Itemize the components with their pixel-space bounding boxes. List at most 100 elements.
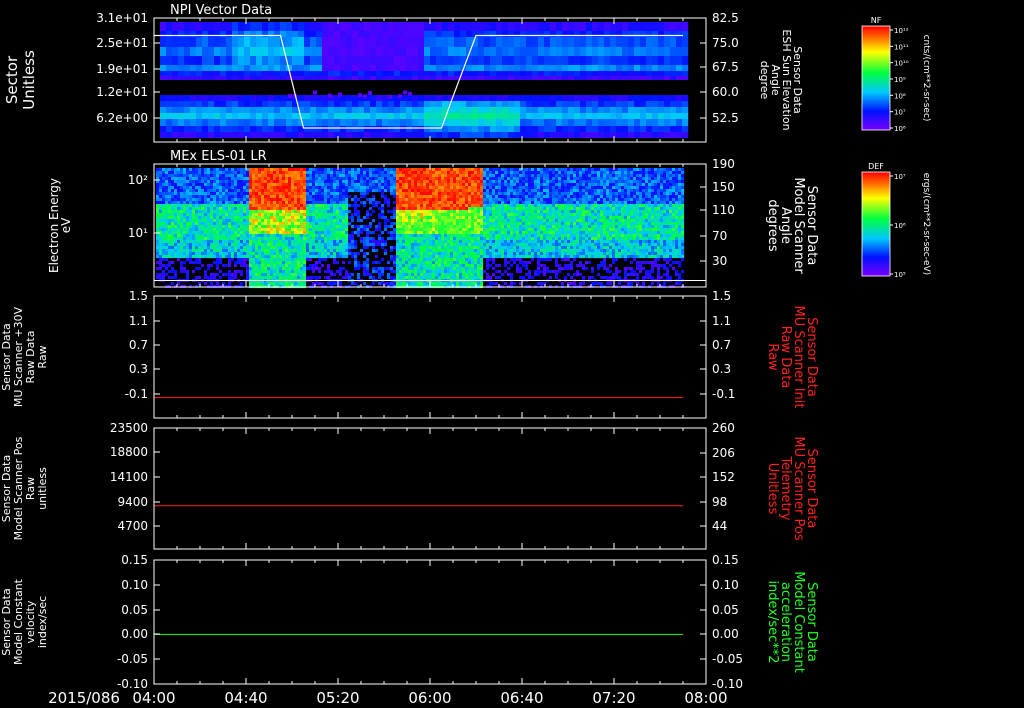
npi-cell-719 xyxy=(250,95,257,101)
els-cell-317 xyxy=(183,174,187,178)
npi-cell-270 xyxy=(196,47,203,56)
els-cell-2946 xyxy=(411,210,415,214)
els-cell-1052 xyxy=(246,177,250,181)
els-cell-1977 xyxy=(315,243,319,247)
els-cell-1691 xyxy=(294,183,298,187)
els-cell-3431 xyxy=(447,225,451,229)
els-cell-1374 xyxy=(270,192,274,196)
els-cell-3217 xyxy=(432,183,436,187)
els-cell-493 xyxy=(198,186,202,190)
els-cell-2242 xyxy=(339,198,343,202)
els-cell-1442 xyxy=(273,276,277,280)
els-cell-1726 xyxy=(297,168,301,172)
els-cell-895 xyxy=(231,234,235,238)
els-cell-2584 xyxy=(378,177,382,181)
npi-cell-735 xyxy=(346,95,353,101)
els-cell-287 xyxy=(180,192,184,196)
npi-cell-231 xyxy=(490,37,497,47)
els-cell-2145 xyxy=(330,219,334,223)
els-cell-1235 xyxy=(258,255,262,259)
els-cell-920 xyxy=(234,207,238,211)
els-cell-506 xyxy=(198,225,202,229)
els-cell-1606 xyxy=(288,168,292,172)
els-cell-2184 xyxy=(333,231,337,235)
els-cell-1103 xyxy=(249,219,253,223)
npi-cell-949 xyxy=(574,107,581,113)
els-cell-1344 xyxy=(267,222,271,226)
npi-cell-1269 xyxy=(382,132,389,138)
npi-cell-1158 xyxy=(244,126,251,132)
npi-cell-1007 xyxy=(394,113,401,119)
els-cell-2777 xyxy=(399,183,403,187)
els-cell-1995 xyxy=(318,189,322,193)
npi-cell-1218 xyxy=(604,126,611,132)
els-cell-145 xyxy=(168,177,172,181)
els-cell-1699 xyxy=(294,207,298,211)
npi-cell-1207 xyxy=(538,126,545,132)
npi-cell-843 xyxy=(466,101,473,107)
els-cell-1332 xyxy=(267,186,271,190)
els-cell-3068 xyxy=(420,216,424,220)
els-cell-3376 xyxy=(444,180,448,184)
els-cell-3406 xyxy=(444,270,448,274)
els-cell-3078 xyxy=(420,246,424,250)
els-cell-2752 xyxy=(396,228,400,232)
npi-cell-1252 xyxy=(280,132,287,138)
npi-cell-358 xyxy=(196,56,203,65)
els-cell-3112 xyxy=(423,228,427,232)
els-cell-1508 xyxy=(279,234,283,238)
els-cell-1462 xyxy=(276,216,280,220)
npi-cell-538 xyxy=(220,71,227,76)
npi-cell-880 xyxy=(160,107,167,113)
els-cell-1651 xyxy=(291,183,295,187)
els-cell-2574 xyxy=(375,243,379,247)
npi-cell-340 xyxy=(616,47,623,56)
els-cell-2318 xyxy=(345,219,349,223)
els-cell-1431 xyxy=(273,243,277,247)
npi-cell-1111 xyxy=(490,119,497,126)
els-cell-809 xyxy=(225,192,229,196)
els-cell-1016 xyxy=(243,171,247,175)
els-cell-1315 xyxy=(264,255,268,259)
els-cell-178 xyxy=(171,171,175,175)
els-cell-438 xyxy=(192,228,196,232)
els-cell-3302 xyxy=(438,198,442,202)
els-cell-1553 xyxy=(282,249,286,253)
npi-cell-54 xyxy=(484,22,491,31)
npi-cell-287 xyxy=(298,47,305,56)
els-cell-1907 xyxy=(309,249,313,253)
npi-cell-1168 xyxy=(304,126,311,132)
els-cell-2089 xyxy=(324,270,328,274)
npi-cell-1082 xyxy=(316,119,323,126)
els-cell-2773 xyxy=(399,171,403,175)
npi-cell-689 xyxy=(598,76,605,80)
els-cell-3205 xyxy=(429,267,433,271)
els-cell-1729 xyxy=(297,177,301,181)
els-cell-220 xyxy=(174,192,178,196)
npi-cell-568 xyxy=(400,71,407,76)
npi-cell-374 xyxy=(292,56,299,65)
els-cell-2282 xyxy=(342,210,346,214)
els-cell-573 xyxy=(204,225,208,229)
npi-cell-85 xyxy=(670,22,677,31)
els-cell-2103 xyxy=(327,201,331,205)
els-cell-3514 xyxy=(453,234,457,238)
els-cell-1909 xyxy=(309,255,313,259)
npi-cell-1270 xyxy=(388,132,395,138)
els-cell-1100 xyxy=(249,210,253,214)
els-cell-753 xyxy=(219,231,223,235)
els-cell-3120 xyxy=(423,252,427,256)
els-cell-1436 xyxy=(273,258,277,262)
npi-cell-932 xyxy=(472,107,479,113)
els-cell-3559 xyxy=(456,249,460,253)
npi-cell-1094 xyxy=(388,119,395,126)
els-cell-2536 xyxy=(372,171,376,175)
els-cell-2424 xyxy=(357,216,361,220)
npi-cell-909 xyxy=(334,107,341,113)
els-cell-190 xyxy=(171,207,175,211)
els-cell-1783 xyxy=(300,219,304,223)
npi-cell-1223 xyxy=(634,126,641,132)
npi-cell-1064 xyxy=(208,119,215,126)
els-cell-2166 xyxy=(333,177,337,181)
npi-cell-641 xyxy=(310,76,317,80)
